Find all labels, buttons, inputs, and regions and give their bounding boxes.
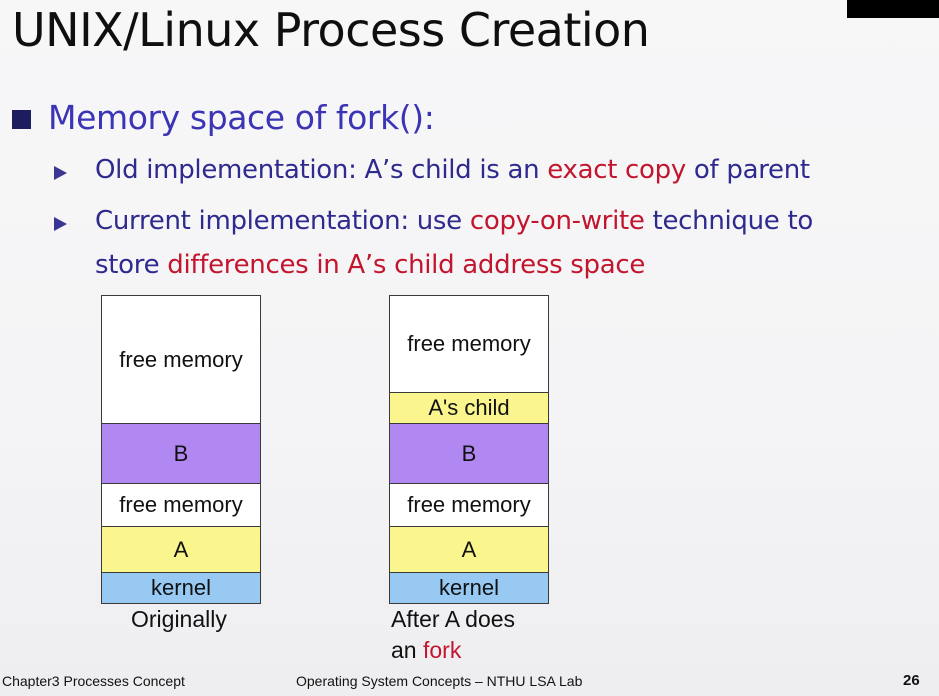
caption-after-fork-line1: After A does [391,606,516,632]
footer-course: Operating System Concepts – NTHU LSA Lab [296,673,583,689]
caption-fork: fork [422,637,462,663]
square-bullet-icon [12,110,31,129]
sub1-text-end: of parent [685,155,810,185]
footer-page-number: 26 [903,672,920,689]
segment-free-memory-top: free memory [390,296,548,392]
segment-free-memory-middle: free memory [102,483,260,526]
caption-an: an [391,637,423,663]
sub-bullet-current-implementation: Current implementation: use copy-on-writ… [95,203,813,239]
arrow-bullet-icon [54,217,67,231]
sub-bullet-continuation: store differences in A’s child address s… [95,247,645,283]
bullet-text: Memory space of fork(): [48,98,435,137]
slide-title: UNIX/Linux Process Creation [12,3,650,57]
sub2-highlight: copy-on-write [469,206,645,236]
segment-kernel: kernel [390,572,548,603]
sub1-highlight: exact copy [547,155,686,185]
sub2-line2-text: store [95,250,168,280]
sub2-text: Current implementation: use [95,206,470,236]
caption-originally: Originally [131,606,227,632]
sub1-text: Old implementation: A’s child is an [95,155,548,185]
corner-block [847,0,939,18]
segment-a: A [102,526,260,572]
sub2-line2-highlight: differences in A’s child address space [167,250,646,280]
segment-b: B [390,423,548,483]
memory-stack-original: free memory B free memory A kernel [101,295,261,604]
segment-kernel: kernel [102,572,260,603]
segment-a-child: A's child [390,392,548,423]
caption-after-fork-line2: an fork [391,635,461,665]
segment-b: B [102,423,260,483]
footer-chapter: Chapter3 Processes Concept [2,673,185,689]
sub-bullet-old-implementation: Old implementation: A’s child is an exac… [95,152,810,188]
segment-free-memory-middle: free memory [390,483,548,526]
segment-free-memory-top: free memory [102,296,260,423]
sub2-text-end: technique to [644,206,814,236]
arrow-bullet-icon [54,166,67,180]
memory-stack-after-fork: free memory A's child B free memory A ke… [389,295,549,604]
segment-a: A [390,526,548,572]
